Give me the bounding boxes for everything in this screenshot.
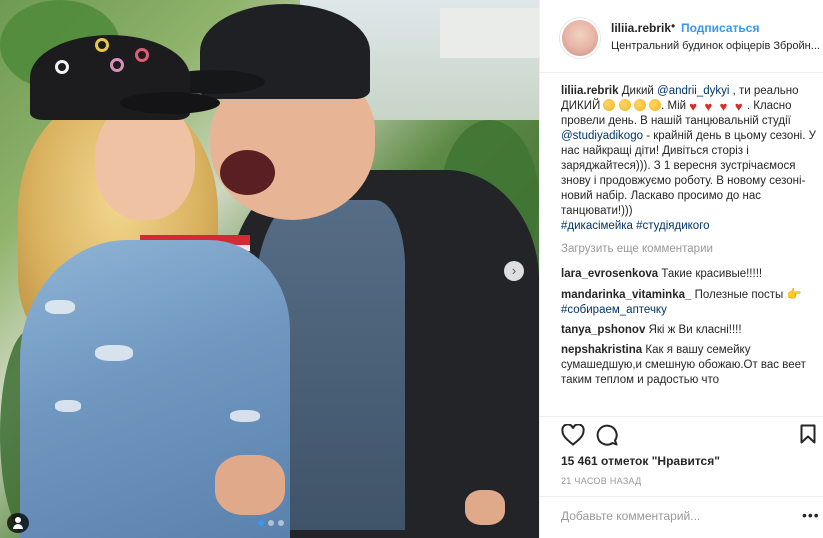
heart-emoji-icon: ♥ <box>704 99 713 114</box>
comment-text: Полезные посты <box>694 289 784 301</box>
tagged-users-icon[interactable] <box>7 513 29 533</box>
caption-text: - крайній день в цьому сезоні. У нас най… <box>561 130 816 217</box>
comment-item: mandarinka_vitaminka_ Полезные посты 👉 #… <box>561 287 817 318</box>
face-emoji-icon <box>633 99 646 111</box>
mention-link[interactable]: @andrii_dykyi <box>657 85 729 97</box>
post-photo[interactable]: › <box>0 0 539 538</box>
carousel-dot <box>278 520 284 526</box>
more-options-icon[interactable]: ••• <box>802 507 820 523</box>
carousel-dot <box>258 520 264 526</box>
man-mouth <box>220 150 275 195</box>
comment-item: nepshakristina Как я вашу семейку сумаше… <box>561 343 817 388</box>
likes-count[interactable]: 15 461 отметок "Нравится" <box>561 454 720 468</box>
instagram-post-modal: › liliia.rebrik • Подписаться Центральни… <box>0 0 823 538</box>
follow-button[interactable]: Подписаться <box>681 21 759 35</box>
caption-username[interactable]: liliia.rebrik <box>561 85 619 97</box>
woman-cap-brim <box>120 92 220 114</box>
header-separator: • <box>671 19 676 33</box>
comment-username[interactable]: lara_evrosenkova <box>561 268 658 280</box>
comment-item: tanya_pshonov Які ж Ви класні!!!! <box>561 323 817 338</box>
jacket-rip <box>55 400 81 412</box>
post-actions-bar <box>540 416 823 452</box>
jacket-rip <box>95 345 133 361</box>
post-side-panel: liliia.rebrik • Подписаться Центральний … <box>539 0 823 538</box>
author-username[interactable]: liliia.rebrik <box>611 21 671 35</box>
caption-text: Дикий <box>618 85 658 97</box>
comment-username[interactable]: nepshakristina <box>561 344 642 356</box>
face-emoji-icon <box>603 99 616 111</box>
post-timestamp[interactable]: 21 ЧАСОВ НАЗАД <box>561 476 642 486</box>
hashtag-links[interactable]: #дикасімейка #студіядикого <box>561 220 710 232</box>
cap-grommet <box>55 60 69 74</box>
comment-item: lara_evrosenkova Такие красивые!!!!! <box>561 267 817 282</box>
location-link[interactable]: Центральний будинок офіцерів Збройн... <box>611 40 821 52</box>
heart-icon[interactable] <box>561 424 585 446</box>
caption-text: . Мій <box>661 100 690 112</box>
pointing-hand-emoji-icon: 👉 <box>786 287 802 301</box>
photo-background-house <box>440 8 539 58</box>
comment-username[interactable]: tanya_pshonov <box>561 324 645 336</box>
post-caption: liliia.rebrik Дикий @andrii_dykyi , ти р… <box>561 84 817 234</box>
face-emoji-icon <box>649 99 662 111</box>
man-hand <box>215 455 285 515</box>
carousel-next-button[interactable]: › <box>504 261 524 281</box>
avatar[interactable] <box>560 18 600 58</box>
load-more-comments-button[interactable]: Загрузить еще комментарии <box>561 242 817 257</box>
mention-link[interactable]: @studiyadikogo <box>561 130 643 142</box>
bookmark-icon[interactable] <box>800 424 816 444</box>
cap-grommet <box>95 38 109 52</box>
jacket-rip <box>230 410 260 422</box>
heart-emoji-icon: ♥ <box>719 99 728 114</box>
heart-emoji-icon: ♥ <box>689 99 697 114</box>
carousel-indicator <box>258 520 284 526</box>
comment-username[interactable]: mandarinka_vitaminka_ <box>561 289 691 301</box>
comments-list[interactable]: liliia.rebrik Дикий @andrii_dykyi , ти р… <box>561 84 817 414</box>
comment-text: Такие красивые!!!!! <box>661 268 763 280</box>
comment-input[interactable] <box>561 509 791 523</box>
woman-hand <box>465 490 505 525</box>
cap-grommet <box>135 48 149 62</box>
comment-text: Які ж Ви класні!!!! <box>648 324 742 336</box>
add-comment-bar: ••• <box>540 496 823 538</box>
carousel-dot <box>268 520 274 526</box>
cap-grommet <box>110 58 124 72</box>
heart-emoji-icon: ♥ <box>734 99 743 114</box>
post-header: liliia.rebrik • Подписаться Центральний … <box>540 0 823 73</box>
hashtag-link[interactable]: #собираем_аптечку <box>561 304 667 316</box>
comment-icon[interactable] <box>596 424 618 446</box>
face-emoji-icon <box>618 99 631 111</box>
jacket-rip <box>45 300 75 314</box>
